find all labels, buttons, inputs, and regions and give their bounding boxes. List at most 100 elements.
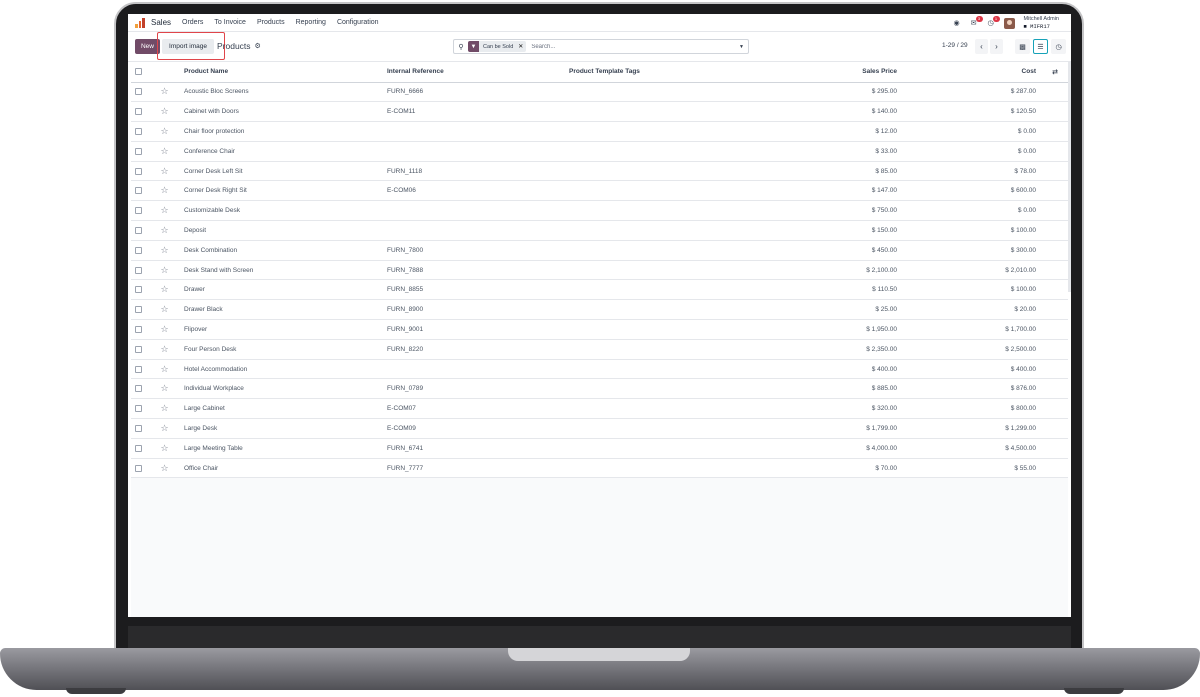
sales-price-cell[interactable]: $ 33.00 [765,141,903,162]
internal-reference-cell[interactable]: FURN_8220 [387,339,569,360]
row-checkbox[interactable] [135,424,142,432]
cost-cell[interactable]: $ 2,500.00 [903,339,1042,360]
product-name-cell[interactable]: Office Chair [184,458,387,479]
tags-cell[interactable] [569,418,765,439]
row-checkbox[interactable] [135,325,142,333]
cost-cell[interactable]: $ 20.00 [903,299,1042,321]
user-menu[interactable]: Mitchell Admin ■ MIFR17 [1024,16,1059,30]
tags-cell[interactable] [569,339,765,360]
column-product-template-tags[interactable]: Product Template Tags [569,62,765,83]
cost-cell[interactable]: $ 0.00 [903,121,1042,142]
cost-cell[interactable]: $ 0.00 [903,141,1042,162]
internal-reference-cell[interactable] [387,359,569,380]
import-image-button[interactable]: Import image [162,39,214,54]
tags-cell[interactable] [569,101,765,123]
row-checkbox[interactable] [135,147,142,155]
row-checkbox[interactable] [135,306,142,314]
product-name-cell[interactable]: Four Person Desk [184,339,387,360]
tags-cell[interactable] [569,319,765,340]
sales-price-cell[interactable]: $ 150.00 [765,220,903,241]
favorite-star-icon[interactable]: ☆ [145,319,184,340]
product-name-cell[interactable]: Hotel Accommodation [184,359,387,380]
sales-price-cell[interactable]: $ 140.00 [765,101,903,123]
menu-products[interactable]: Products [257,19,285,26]
row-checkbox[interactable] [135,464,142,472]
product-name-cell[interactable]: Large Desk [184,418,387,439]
table-row[interactable]: ☆ Large Desk E-COM09 $ 1,799.00 $ 1,299.00 [131,418,1068,439]
sales-price-cell[interactable]: $ 147.00 [765,180,903,202]
select-all-checkbox[interactable] [135,68,142,76]
product-name-cell[interactable]: Desk Combination [184,240,387,261]
table-row[interactable]: ☆ Chair floor protection $ 12.00 $ 0.00 [131,121,1068,142]
search-icon[interactable]: ⚲ [454,43,468,51]
bug-icon[interactable]: ◉ [953,19,961,27]
row-checkbox[interactable] [135,167,142,175]
product-name-cell[interactable]: Flipover [184,319,387,340]
cost-cell[interactable]: $ 1,299.00 [903,418,1042,439]
favorite-star-icon[interactable]: ☆ [145,200,184,222]
remove-facet-icon[interactable]: ✕ [518,43,523,50]
activity-view-icon[interactable]: ◷ [1051,39,1066,54]
product-name-cell[interactable]: Large Meeting Table [184,438,387,459]
list-view-icon[interactable]: ☰ [1033,39,1048,54]
new-button[interactable]: New [135,39,160,54]
table-row[interactable]: ☆ Large Cabinet E-COM07 $ 320.00 $ 800.00 [131,398,1068,420]
internal-reference-cell[interactable]: FURN_0789 [387,378,569,400]
cost-cell[interactable]: $ 600.00 [903,180,1042,202]
internal-reference-cell[interactable]: FURN_8900 [387,299,569,321]
favorite-star-icon[interactable]: ☆ [145,260,184,281]
table-row[interactable]: ☆ Hotel Accommodation $ 400.00 $ 400.00 [131,359,1068,380]
table-row[interactable]: ☆ Desk Stand with Screen FURN_7888 $ 2,100.… [131,260,1068,281]
favorite-star-icon[interactable]: ☆ [145,240,184,261]
search-input[interactable] [531,43,722,50]
favorite-star-icon[interactable]: ☆ [145,438,184,459]
table-row[interactable]: ☆ Drawer Black FURN_8900 $ 25.00 $ 20.00 [131,299,1068,321]
favorite-star-icon[interactable]: ☆ [145,299,184,321]
internal-reference-cell[interactable]: FURN_6741 [387,438,569,459]
product-name-cell[interactable]: Individual Workplace [184,378,387,400]
product-name-cell[interactable]: Corner Desk Left Sit [184,161,387,182]
tags-cell[interactable] [569,200,765,222]
chevron-down-icon[interactable]: ▼ [735,40,748,53]
row-checkbox[interactable] [135,187,142,195]
column-internal-reference[interactable]: Internal Reference [387,62,569,83]
favorite-star-icon[interactable]: ☆ [145,101,184,123]
tags-cell[interactable] [569,220,765,241]
row-checkbox[interactable] [135,365,142,373]
row-checkbox[interactable] [135,207,142,215]
table-row[interactable]: ☆ Large Meeting Table FURN_6741 $ 4,000.00 $… [131,438,1068,459]
cost-cell[interactable]: $ 100.00 [903,220,1042,241]
sales-price-cell[interactable]: $ 25.00 [765,299,903,321]
cost-cell[interactable]: $ 300.00 [903,240,1042,261]
table-row[interactable]: ☆ Corner Desk Left Sit FURN_1118 $ 85.00 $ 7… [131,161,1068,182]
tags-cell[interactable] [569,82,765,103]
sales-price-cell[interactable]: $ 400.00 [765,359,903,380]
sales-price-cell[interactable]: $ 1,950.00 [765,319,903,340]
internal-reference-cell[interactable]: FURN_8855 [387,279,569,301]
activity-clock-icon[interactable]: ◷ 1 [987,16,1000,27]
product-name-cell[interactable]: Chair floor protection [184,121,387,142]
favorite-star-icon[interactable]: ☆ [145,220,184,241]
favorite-star-icon[interactable]: ☆ [145,121,184,142]
pager-value[interactable]: 1-29 / 29 [942,42,968,49]
app-name[interactable]: Sales [151,18,171,27]
product-name-cell[interactable]: Customizable Desk [184,200,387,222]
favorite-star-icon[interactable]: ☆ [145,378,184,400]
row-checkbox[interactable] [135,345,142,353]
cost-cell[interactable]: $ 78.00 [903,161,1042,182]
tags-cell[interactable] [569,398,765,420]
pager-prev-button[interactable]: ‹ [975,39,988,54]
internal-reference-cell[interactable] [387,200,569,222]
table-row[interactable]: ☆ Acoustic Bloc Screens FURN_6666 $ 295.00 $… [131,82,1068,103]
cost-cell[interactable]: $ 800.00 [903,398,1042,420]
favorite-star-icon[interactable]: ☆ [145,398,184,420]
product-name-cell[interactable]: Conference Chair [184,141,387,162]
row-checkbox[interactable] [135,266,142,274]
favorite-star-icon[interactable]: ☆ [145,418,184,439]
tags-cell[interactable] [569,121,765,142]
sales-price-cell[interactable]: $ 1,799.00 [765,418,903,439]
tags-cell[interactable] [569,438,765,459]
menu-configuration[interactable]: Configuration [337,19,379,26]
sales-price-cell[interactable]: $ 750.00 [765,200,903,222]
menu-reporting[interactable]: Reporting [296,19,326,26]
